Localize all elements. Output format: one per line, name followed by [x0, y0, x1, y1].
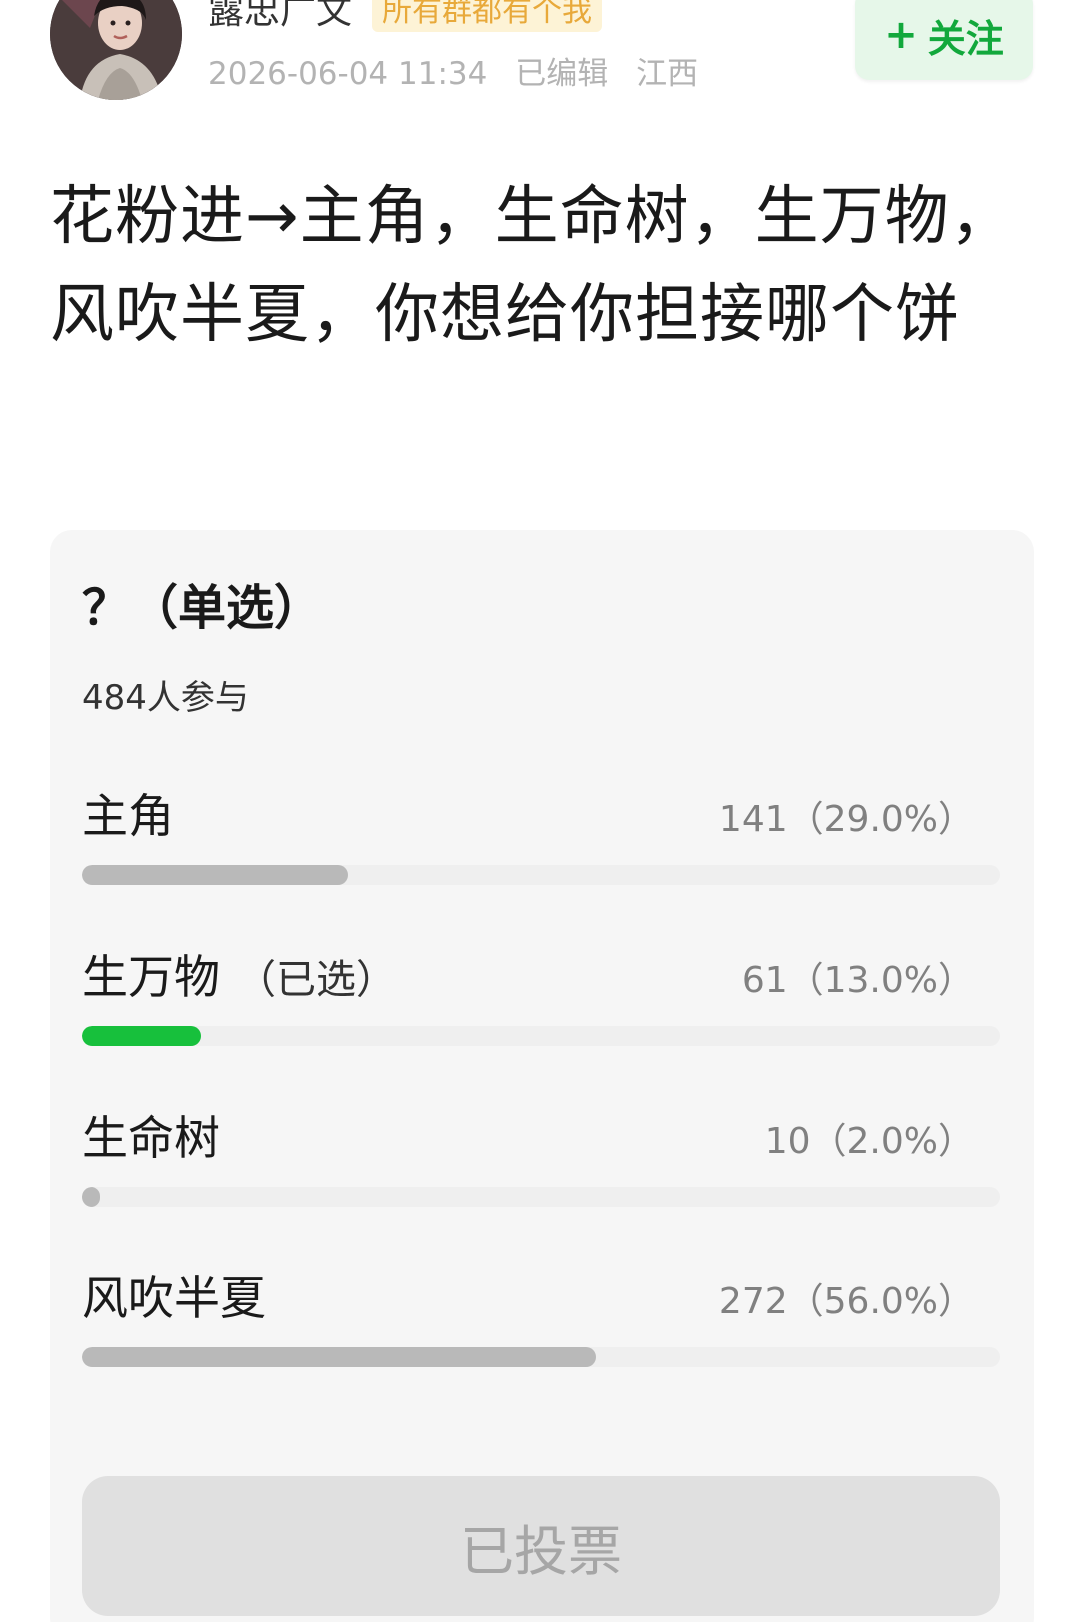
avatar-image [50, 0, 182, 100]
poll-card: ？（单选） 484人参与 主角 141（29.0%） 生万物 （已选） 61（13… [50, 530, 1034, 1622]
poll-option-text: 主角 [82, 789, 174, 843]
post-text: 花粉进→主角，生命树，生万物，风吹半夏，你想给你担接哪个饼 [50, 180, 1015, 352]
poll-option-result: 61（13.0%） [741, 960, 974, 1001]
poll-option-bar [82, 1026, 202, 1046]
poll-option[interactable]: 生命树 10（2.0%） [82, 1102, 1000, 1252]
voted-button[interactable]: 已投票 [82, 1476, 1000, 1616]
poll-option-text: 生命树 [82, 1111, 220, 1165]
poll-option-track [82, 1026, 1000, 1046]
selected-tag: （已选） [236, 957, 396, 1003]
avatar[interactable] [50, 0, 182, 100]
follow-button[interactable]: + 关注 [855, 0, 1033, 80]
post-meta: 2026-06-04 11:34 已编辑 江西 [208, 48, 716, 93]
follow-label: 关注 [927, 16, 1004, 61]
poll-option-result: 272（56.0%） [718, 1281, 974, 1322]
poll-option-text: 生万物 [82, 950, 220, 1004]
edited-label: 已编辑 [515, 56, 609, 92]
poll-option-label: 主角 [82, 780, 190, 846]
post-timestamp: 2026-06-04 11:34 [208, 56, 488, 92]
poll-title: ？（单选） [82, 580, 323, 636]
poll-option-track [82, 1347, 1000, 1367]
poll-option-label: 生万物 （已选） [82, 941, 396, 1007]
poll-option-result: 141（29.0%） [718, 799, 974, 840]
post-page: 露忠广文 所有群都有个我 2026-06-04 11:34 已编辑 江西 + 关… [0, 0, 1080, 1622]
poll-option-track [82, 865, 1000, 885]
author-badge: 所有群都有个我 [372, 0, 603, 32]
poll-option-track [82, 1187, 1000, 1207]
poll-option[interactable]: 生万物 （已选） 61（13.0%） [82, 941, 1000, 1091]
author-row: 露忠广文 所有群都有个我 [208, 0, 603, 34]
poll-option-bar [82, 1187, 101, 1207]
poll-option-bar [82, 865, 349, 885]
poll-participants: 484人参与 [82, 678, 249, 718]
poll-option-bar [82, 1347, 597, 1367]
poll-option-label: 生命树 [82, 1102, 236, 1168]
poll-option-text: 风吹半夏 [82, 1271, 266, 1325]
poll-option[interactable]: 主角 141（29.0%） [82, 780, 1000, 930]
poll-option[interactable]: 风吹半夏 272（56.0%） [82, 1262, 1000, 1412]
post-header: 露忠广文 所有群都有个我 2026-06-04 11:34 已编辑 江西 + 关… [0, 0, 1080, 120]
author-name[interactable]: 露忠广文 [208, 0, 352, 34]
poll-option-label: 风吹半夏 [82, 1262, 282, 1328]
plus-icon: + [884, 12, 918, 58]
poll-option-result: 10（2.0%） [764, 1121, 974, 1162]
post-location: 江西 [636, 56, 699, 92]
